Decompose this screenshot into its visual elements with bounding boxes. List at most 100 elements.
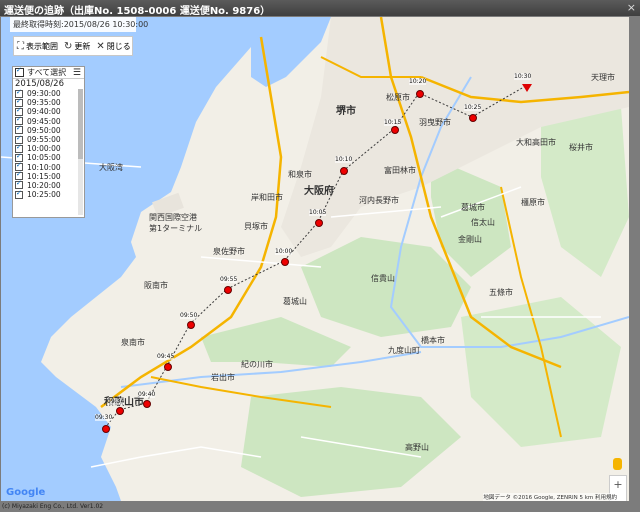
time-item[interactable]: 09:55:00 bbox=[13, 134, 77, 145]
label-ikoma: 信貴山 bbox=[371, 274, 395, 283]
city-matsubara: 松原市 bbox=[386, 93, 410, 102]
time-item[interactable]: 09:45:00 bbox=[13, 115, 77, 126]
google-logo: Google bbox=[6, 487, 46, 498]
marker-label-1000: 10:00 bbox=[275, 248, 293, 255]
destination-marker[interactable] bbox=[522, 84, 532, 92]
label-kongo-mt: 金剛山 bbox=[458, 235, 482, 244]
time-item[interactable]: 10:00:00 bbox=[13, 143, 77, 154]
map-view[interactable]: 堺市 大阪府 和泉市 岸和田市 貝塚市 阪南市 和歌山市 岩出市 紀の川市 橋本… bbox=[1, 17, 629, 501]
time-item[interactable]: 10:20:00 bbox=[13, 179, 77, 190]
city-kaizuka: 貝塚市 bbox=[244, 222, 268, 231]
time-checkbox[interactable] bbox=[15, 189, 23, 199]
time-label: 09:30:00 bbox=[27, 89, 61, 99]
city-kinokawa: 紀の川市 bbox=[241, 360, 273, 369]
marker-label-0930: 09:30 bbox=[95, 414, 113, 421]
time-label: 09:40:00 bbox=[27, 107, 61, 117]
time-label: 09:35:00 bbox=[27, 98, 61, 108]
close-button[interactable]: ✕ 閉じる bbox=[93, 41, 133, 52]
city-kashihara: 橿原市 bbox=[521, 198, 545, 207]
marker-label-1010: 10:10 bbox=[335, 156, 353, 163]
marker-1015[interactable] bbox=[391, 126, 399, 134]
label-kansai-airport: 関西国際空港 第1ターミナル bbox=[149, 213, 203, 233]
select-all-label: すべて選択 bbox=[27, 68, 67, 77]
marker-1025[interactable] bbox=[469, 114, 477, 122]
time-item[interactable]: 10:25:00 bbox=[13, 189, 77, 199]
marker-label-1025: 10:25 bbox=[464, 104, 482, 111]
marker-1005[interactable] bbox=[315, 219, 323, 227]
marker-label-0940: 09:40 bbox=[138, 391, 156, 398]
city-kawachinagano: 河内長野市 bbox=[359, 196, 399, 205]
city-iwade: 岩出市 bbox=[211, 373, 235, 382]
time-label: 10:15:00 bbox=[27, 171, 61, 181]
time-item[interactable]: 10:15:00 bbox=[13, 170, 77, 181]
time-label: 09:55:00 bbox=[27, 135, 61, 145]
city-yamatotakada: 大和高田市 bbox=[516, 138, 556, 147]
city-sennan: 泉南市 bbox=[121, 338, 145, 347]
marker-0950[interactable] bbox=[187, 321, 195, 329]
label-shinoda: 信太山 bbox=[471, 218, 495, 227]
city-gojo: 五條市 bbox=[489, 288, 513, 297]
marker-1010[interactable] bbox=[340, 167, 348, 175]
city-izumisano: 泉佐野市 bbox=[213, 247, 245, 256]
city-hashimoto: 橋本市 bbox=[421, 336, 445, 345]
refresh-button[interactable]: ↻ 更新 bbox=[61, 41, 93, 52]
close-label: 閉じる bbox=[106, 41, 131, 51]
hamburger-menu-icon[interactable]: ☰ bbox=[73, 68, 81, 78]
time-list-panel: すべて選択 ☰ 2015/08/26 09:30:00 09:35:00 09:… bbox=[12, 66, 85, 218]
marker-label-1015: 10:15 bbox=[384, 119, 402, 126]
range-button[interactable]: ⛶ 表示範囲 bbox=[14, 41, 61, 52]
label-koya: 高野山 bbox=[405, 443, 429, 452]
select-all-checkbox[interactable] bbox=[15, 67, 24, 77]
marker-0934[interactable] bbox=[116, 407, 124, 415]
city-tenri: 天理市 bbox=[591, 73, 615, 82]
time-item[interactable]: 09:40:00 bbox=[13, 106, 77, 117]
time-item[interactable]: 10:10:00 bbox=[13, 161, 77, 172]
city-izumi: 和泉市 bbox=[288, 170, 312, 179]
city-hannan: 阪南市 bbox=[144, 281, 168, 290]
marker-1020[interactable] bbox=[416, 90, 424, 98]
range-label: 表示範囲 bbox=[26, 41, 58, 51]
zoom-in-button[interactable]: + bbox=[610, 476, 626, 493]
time-label: 10:05:00 bbox=[27, 153, 61, 163]
marker-0930[interactable] bbox=[102, 425, 110, 433]
window-title: 運送便の追跡（出庫No. 1508-0006 運送便No. 9876） bbox=[4, 6, 271, 17]
marker-label-1030: 10:30 bbox=[514, 73, 532, 80]
city-tondabayashi: 富田林市 bbox=[384, 166, 416, 175]
marker-label-0945: 09:45 bbox=[157, 353, 175, 360]
time-item[interactable]: 10:05:00 bbox=[13, 152, 77, 163]
marker-label-1005: 10:05 bbox=[309, 209, 327, 216]
label-kudoyama: 九度山町 bbox=[388, 346, 420, 355]
fit-bounds-icon: ⛶ bbox=[17, 40, 24, 52]
label-osaka-bay: 大阪湾 bbox=[99, 163, 123, 172]
close-icon[interactable]: × bbox=[627, 1, 636, 14]
time-label: 09:45:00 bbox=[27, 116, 61, 126]
info-box: 最終取得時刻:2015/08/26 10:30:00 bbox=[10, 17, 149, 32]
marker-1000[interactable] bbox=[281, 258, 289, 266]
close-x-icon: ✕ bbox=[96, 40, 105, 52]
marker-0955[interactable] bbox=[224, 286, 232, 294]
marker-label-1020: 10:20 bbox=[409, 78, 427, 85]
time-item[interactable]: 09:35:00 bbox=[13, 97, 77, 108]
map-attribution: 地図データ ©2016 Google, ZENRIN 5 km 利用規約 bbox=[483, 493, 617, 501]
marker-0940[interactable] bbox=[143, 400, 151, 408]
refresh-icon: ↻ bbox=[64, 40, 73, 52]
panel-date: 2015/08/26 bbox=[15, 79, 64, 89]
list-scrollbar[interactable] bbox=[78, 89, 83, 215]
marker-label-0934: 09:34 bbox=[107, 398, 125, 405]
map-canvas[interactable] bbox=[1, 17, 629, 501]
time-label: 09:50:00 bbox=[27, 125, 61, 135]
scrollbar-thumb[interactable] bbox=[78, 89, 83, 159]
city-kishiwada: 岸和田市 bbox=[251, 193, 283, 202]
street-view-pegman-icon[interactable] bbox=[613, 458, 622, 470]
time-label: 10:00:00 bbox=[27, 144, 61, 154]
time-label: 10:10:00 bbox=[27, 162, 61, 172]
time-label: 10:20:00 bbox=[27, 180, 61, 190]
time-item[interactable]: 09:50:00 bbox=[13, 124, 77, 135]
label-katsuragi-mt: 葛城山 bbox=[283, 297, 307, 306]
time-item[interactable]: 09:30:00 bbox=[13, 88, 77, 99]
marker-label-0950: 09:50 bbox=[180, 312, 198, 319]
marker-0945[interactable] bbox=[164, 363, 172, 371]
last-updated-text: 最終取得時刻:2015/08/26 10:30:00 bbox=[13, 20, 149, 29]
select-all-row[interactable]: すべて選択 ☰ bbox=[13, 67, 84, 79]
refresh-label: 更新 bbox=[74, 41, 91, 51]
